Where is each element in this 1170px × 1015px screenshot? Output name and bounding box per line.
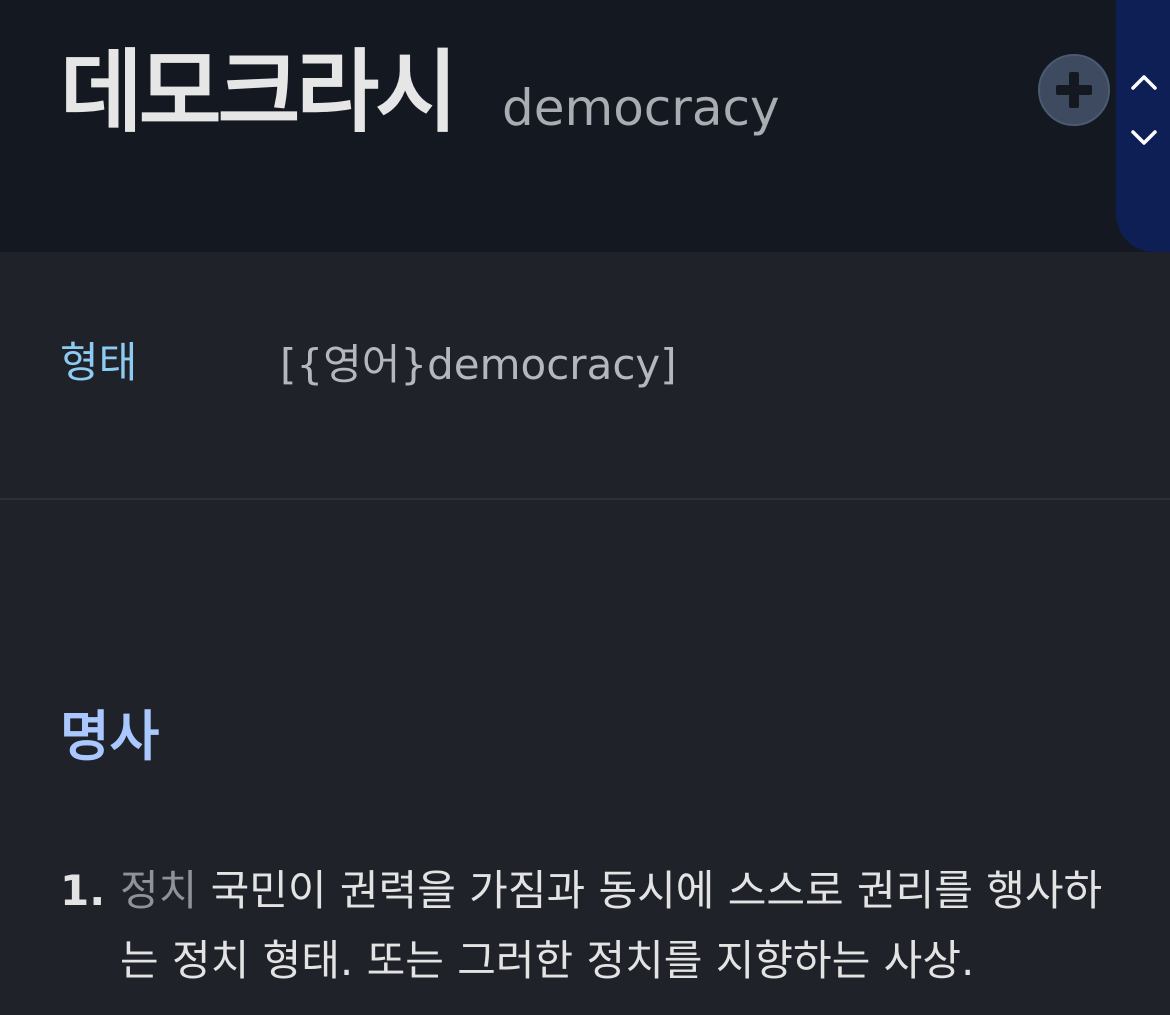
entry-header: 데모크라시 democracy xyxy=(0,0,1170,252)
plus-icon xyxy=(1056,72,1092,108)
sense-definition: 국민이 권력을 가짐과 동시에 스스로 권리를 행사하는 정치 형태. 또는 그… xyxy=(120,866,1103,985)
sense-number: 1. xyxy=(60,866,106,915)
add-to-wordbook-button[interactable] xyxy=(1038,54,1110,126)
headword: 데모크라시 xyxy=(60,40,458,145)
word-form-label: 형태 xyxy=(60,338,138,387)
sense-definition-block: 정치 국민이 권력을 가짐과 동시에 스스로 권리를 행사하는 정치 형태. 또… xyxy=(120,856,1120,996)
headword-original-word: democracy xyxy=(502,79,780,137)
subject-field-tag[interactable]: 정치 xyxy=(120,866,197,915)
dictionary-entry-page: 데모크라시 democracy 형태 [{영어}democracy] 명사 1.… xyxy=(0,0,1170,1015)
word-form-row: 형태 [{영어}democracy] xyxy=(0,252,1170,500)
part-of-speech-heading: 명사 xyxy=(60,705,160,768)
word-form-value: [{영어}democracy] xyxy=(280,340,677,389)
chevron-up-icon xyxy=(1131,75,1157,90)
entry-nav-panel xyxy=(1116,0,1170,252)
next-entry-button[interactable] xyxy=(1126,120,1162,156)
chevron-down-icon xyxy=(1131,130,1157,145)
previous-entry-button[interactable] xyxy=(1126,64,1162,100)
